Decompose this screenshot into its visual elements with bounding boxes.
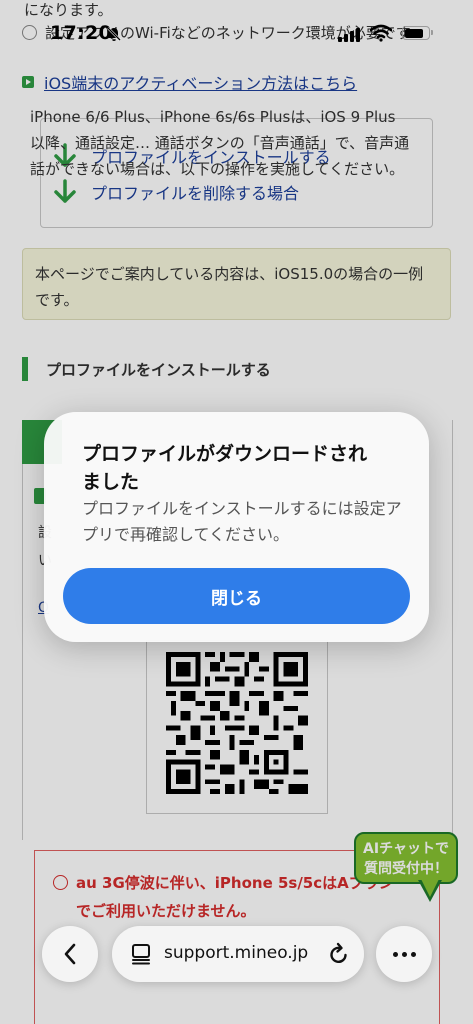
reload-icon[interactable] bbox=[328, 942, 350, 966]
more-dot bbox=[392, 951, 398, 957]
alert-message: プロファイルをインストールするには設定アプリで再確認してください。 bbox=[82, 499, 402, 544]
alert-title: プロファイルがダウンロードされました bbox=[82, 443, 368, 493]
battery-icon bbox=[402, 26, 433, 40]
page-menu-icon bbox=[132, 944, 150, 965]
silent-bell-icon bbox=[107, 27, 121, 41]
url-text: support.mineo.jp bbox=[164, 943, 309, 963]
more-dot bbox=[401, 951, 407, 957]
wifi-icon bbox=[370, 24, 392, 42]
close-button[interactable]: 閉じる bbox=[63, 568, 410, 624]
chevron-left-icon bbox=[64, 943, 76, 965]
back-button[interactable] bbox=[42, 926, 98, 982]
more-dot bbox=[410, 951, 416, 957]
status-time: 17:20 bbox=[50, 22, 112, 44]
status-bar: 17:20 bbox=[0, 0, 473, 60]
address-bar[interactable]: support.mineo.jp bbox=[112, 926, 364, 982]
more-options-button[interactable] bbox=[376, 926, 432, 982]
cellular-signal-icon bbox=[338, 26, 360, 42]
profile-downloaded-alert: プロファイルがダウンロードされました プロファイルをインストールするには設定アプ… bbox=[44, 412, 429, 642]
